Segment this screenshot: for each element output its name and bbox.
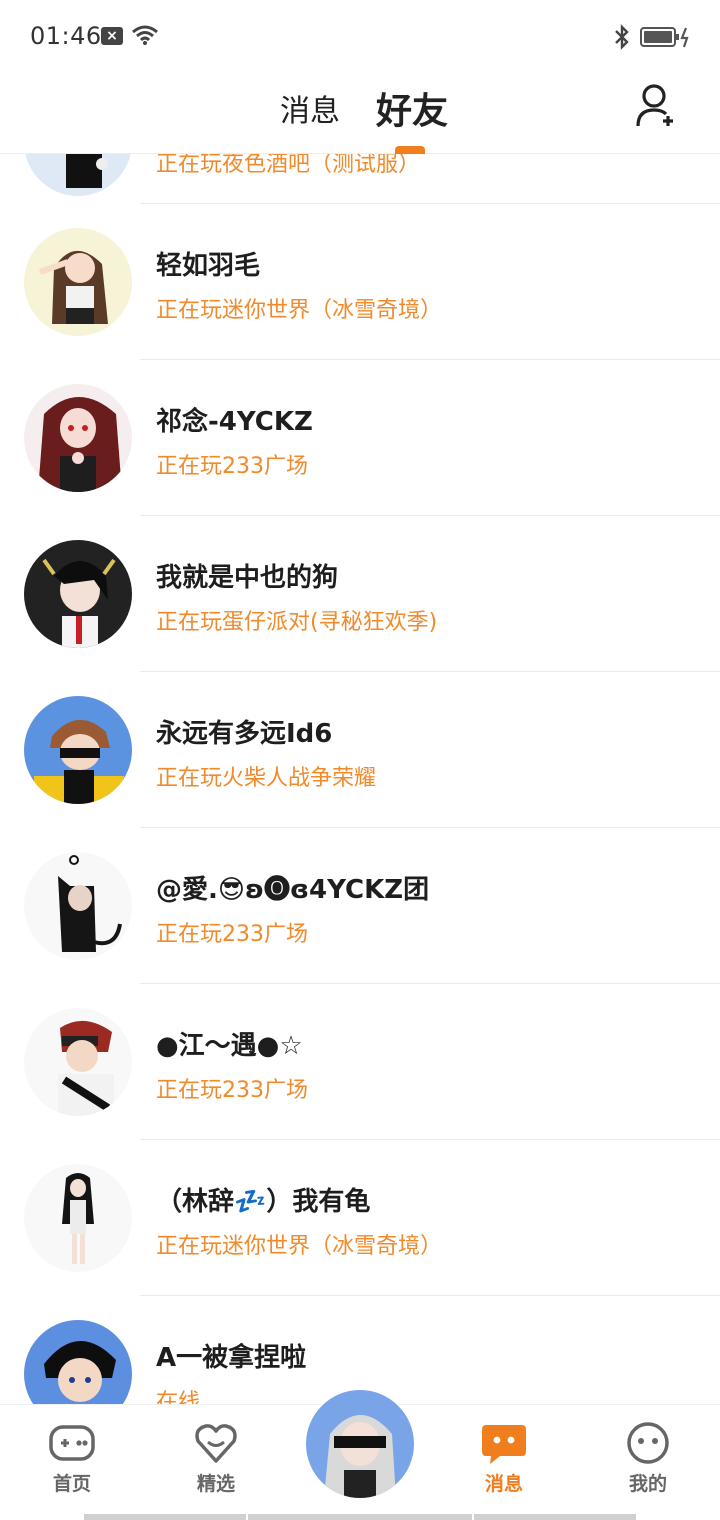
tab-indicator xyxy=(395,146,425,154)
list-item[interactable]: 正在玩夜色酒吧（测试服） xyxy=(0,154,720,204)
status-time: 01:46 xyxy=(30,22,102,50)
list-item[interactable]: 祁念-4YCKZ 正在玩233广场 xyxy=(0,360,720,516)
list-item[interactable]: 我就是中也的狗 正在玩蛋仔派对(寻秘狂欢季) xyxy=(0,516,720,672)
list-item[interactable]: （林辞💤）我有龟 正在玩迷你世界（冰雪奇境） xyxy=(0,1140,720,1296)
home-indicator xyxy=(474,1514,636,1520)
list-item[interactable]: ●江～遇●☆ 正在玩233广场 xyxy=(0,984,720,1140)
avatar xyxy=(24,1320,132,1404)
friend-status: 正在玩233广场 xyxy=(156,454,308,479)
nav-label-messages: 消息 xyxy=(484,1473,523,1495)
status-bar: 01:46 × xyxy=(0,0,720,72)
avatar xyxy=(24,1164,132,1272)
avatar xyxy=(24,540,132,648)
friend-name: 永远有多远Id6 xyxy=(156,719,333,749)
friend-list[interactable]: 正在玩夜色酒吧（测试服） 轻如羽毛 正在玩迷你世界（冰雪奇境） 祁念-4YCKZ… xyxy=(0,154,720,1404)
list-item[interactable]: 永远有多远Id6 正在玩火柴人战争荣耀 xyxy=(0,672,720,828)
heart-icon xyxy=(195,1424,237,1463)
nav-label-me: 我的 xyxy=(628,1473,667,1495)
nav-item-home[interactable]: 首页 xyxy=(27,1421,117,1496)
list-item[interactable]: 轻如羽毛 正在玩迷你世界（冰雪奇境） xyxy=(0,204,720,360)
friend-status: 在线 xyxy=(156,1390,201,1404)
avatar xyxy=(24,228,132,336)
avatar xyxy=(24,852,132,960)
gamepad-icon xyxy=(49,1425,95,1461)
friend-name: A一被拿捏啦 xyxy=(156,1343,307,1373)
nav-item-featured[interactable]: 精选 xyxy=(171,1421,261,1496)
nav-item-messages[interactable]: 消息 xyxy=(459,1421,549,1496)
friend-name: @愛.😎ʚ🅞ɞ4YCKZ团 xyxy=(156,875,430,905)
header: 消息 好友 xyxy=(0,72,720,154)
tab-friends[interactable]: 好友 xyxy=(376,82,448,134)
avatar xyxy=(24,154,132,196)
nav-label-featured: 精选 xyxy=(196,1473,235,1495)
chat-bubble-icon xyxy=(482,1425,526,1464)
friend-status: 正在玩夜色酒吧（测试服） xyxy=(156,154,421,177)
nav-label-home: 首页 xyxy=(52,1473,91,1495)
home-indicator xyxy=(84,1514,246,1520)
bluetooth-icon xyxy=(615,24,629,50)
friend-name: 祁念-4YCKZ xyxy=(156,407,313,437)
friend-status: 正在玩233广场 xyxy=(156,922,308,947)
home-indicator xyxy=(248,1514,472,1520)
friend-status: 正在玩蛋仔派对(寻秘狂欢季) xyxy=(156,610,438,635)
face-icon xyxy=(627,1422,669,1464)
nav-item-me[interactable]: 我的 xyxy=(603,1421,693,1496)
avatar xyxy=(24,384,132,492)
friend-status: 正在玩迷你世界（冰雪奇境） xyxy=(156,298,443,323)
avatar xyxy=(24,1008,132,1116)
friend-status: 正在玩火柴人战争荣耀 xyxy=(156,766,377,791)
friend-status: 正在玩233广场 xyxy=(156,1078,308,1103)
add-user-icon[interactable] xyxy=(634,82,680,128)
friend-name: ●江～遇●☆ xyxy=(156,1031,303,1061)
friend-name: 我就是中也的狗 xyxy=(156,563,339,593)
friend-status: 正在玩迷你世界（冰雪奇境） xyxy=(156,1234,443,1259)
center-avatar-button[interactable] xyxy=(304,1388,416,1500)
friend-name: 轻如羽毛 xyxy=(156,251,261,281)
avatar xyxy=(24,696,132,804)
list-item[interactable]: @愛.😎ʚ🅞ɞ4YCKZ团 正在玩233广场 xyxy=(0,828,720,984)
tab-messages[interactable]: 消息 xyxy=(280,86,340,130)
battery-icon xyxy=(640,27,689,48)
x-icon: × xyxy=(101,27,123,45)
wifi-icon xyxy=(132,25,158,45)
friend-name: （林辞💤）我有龟 xyxy=(156,1187,371,1217)
